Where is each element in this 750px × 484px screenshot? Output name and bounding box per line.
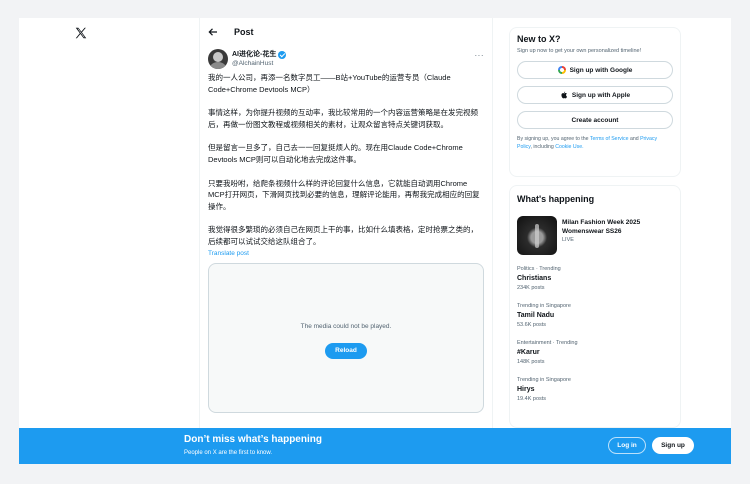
feature-status: LIVE [562, 237, 574, 243]
post-paragraph: 我觉得很多繁琐的必须自己在网页上干的事，比如什么填表格，定时抢票之类的，后续都可… [208, 225, 478, 246]
trend-posts: 19.4K posts [517, 396, 547, 402]
post-body: 我的一人公司，再添一名数字员工——B站+YouTube的运营专员（Claude … [200, 72, 492, 257]
signup-legal-text: By signing up, you agree to the Terms of… [517, 136, 673, 151]
signup-banner: Don’t miss what’s happening People on X … [19, 428, 731, 464]
trend-meta: Politics · Trending [517, 266, 561, 272]
signup-card: New to X? Sign up now to get your own pe… [509, 27, 681, 177]
trending-feature[interactable]: Milan Fashion Week 2025 Womenswear SS26 … [517, 216, 673, 255]
signup-subtitle: Sign up now to get your own personalized… [517, 48, 642, 54]
feature-thumbnail [517, 216, 557, 255]
terms-link[interactable]: Terms of Service [590, 136, 629, 142]
google-icon [557, 66, 566, 74]
post-paragraph: 但是留言一旦多了，自己去一一回复挺烦人的。现在用Claude Code+Chro… [208, 143, 463, 164]
create-account-button[interactable]: Create account [517, 111, 673, 129]
main-column: Post AI进化论-花生 @AlchainHust ··· 我的一人公司，再添… [199, 18, 493, 428]
feature-title: Milan Fashion Week 2025 Womenswear SS26 [562, 219, 641, 235]
google-signup-button[interactable]: Sign up with Google [517, 61, 673, 79]
media-player: The media could not be played. Reload [208, 262, 484, 413]
back-arrow-icon[interactable] [208, 27, 218, 37]
google-signup-label: Sign up with Google [569, 66, 633, 74]
trending-card: What's happening Milan Fashion Week 2025… [509, 185, 681, 428]
post-paragraph: 事情这样，为你提升视频的互动率，我比较常用的一个内容运营策略是在发完视频后，再做… [208, 108, 478, 129]
legal-including: , including [530, 143, 554, 150]
page-frame: Post AI进化论-花生 @AlchainHust ··· 我的一人公司，再添… [19, 18, 731, 464]
trend-name: #Karur [517, 349, 540, 356]
x-logo-icon[interactable] [74, 26, 88, 40]
media-error-message: The media could not be played. [300, 322, 392, 330]
post-paragraph: 只要我吩咐，给爬条视频什么样的评论回复什么信息，它就能自动调用Chrome MC… [208, 178, 480, 211]
banner-subtitle: People on X are the first to know. [184, 450, 273, 456]
trend-meta: Entertainment · Trending [517, 340, 578, 346]
trend-posts: 53.6K posts [517, 322, 547, 328]
apple-signup-label: Sign up with Apple [571, 91, 631, 99]
trending-title: What's happening [517, 194, 595, 204]
more-options-icon[interactable]: ··· [475, 51, 485, 60]
post-paragraph: 我的一人公司，再添一名数字员工——B站+YouTube的运营专员（Claude … [208, 73, 451, 94]
translate-post-link[interactable]: Translate post [208, 250, 484, 257]
legal-prefix: By signing up, you agree to the [517, 136, 589, 142]
trend-posts: 234K posts [517, 285, 545, 291]
trend-meta: Trending in Singapore [517, 377, 571, 383]
trend-name: Tamil Nadu [517, 312, 555, 319]
apple-icon [561, 91, 567, 99]
signup-title: New to X? [517, 34, 561, 44]
reload-button[interactable]: Reload [325, 342, 367, 359]
banner-title: Don’t miss what’s happening [184, 434, 322, 445]
trend-name: Christians [517, 275, 552, 282]
legal-and: and [629, 136, 639, 142]
author-name: AI进化论-花生 [232, 51, 277, 58]
verified-badge-icon [278, 50, 287, 59]
left-rail [19, 18, 199, 428]
right-sidebar: New to X? Sign up now to get your own pe… [509, 18, 681, 428]
trend-item[interactable]: Entertainment · Trending #Karur 148K pos… [517, 340, 673, 366]
author-name-row[interactable]: AI进化论-花生 [232, 50, 287, 59]
login-button[interactable]: Log in [608, 437, 646, 454]
post-author: AI进化论-花生 @AlchainHust ··· [200, 46, 492, 70]
signup-button[interactable]: Sign up [652, 437, 694, 454]
avatar[interactable] [208, 49, 228, 69]
apple-signup-button[interactable]: Sign up with Apple [517, 86, 673, 104]
cookie-link[interactable]: Cookie Use. [555, 144, 583, 150]
post-header: Post [200, 18, 492, 46]
trend-item[interactable]: Trending in Singapore Hirys 19.4K posts [517, 377, 673, 403]
trend-item[interactable]: Politics · Trending Christians 234K post… [517, 266, 673, 292]
author-handle[interactable]: @AlchainHust [232, 59, 286, 68]
trend-posts: 148K posts [517, 359, 545, 365]
trend-meta: Trending in Singapore [517, 303, 571, 309]
page-title: Post [234, 27, 254, 37]
trend-name: Hirys [517, 386, 535, 393]
trend-item[interactable]: Trending in Singapore Tamil Nadu 53.6K p… [517, 303, 673, 329]
